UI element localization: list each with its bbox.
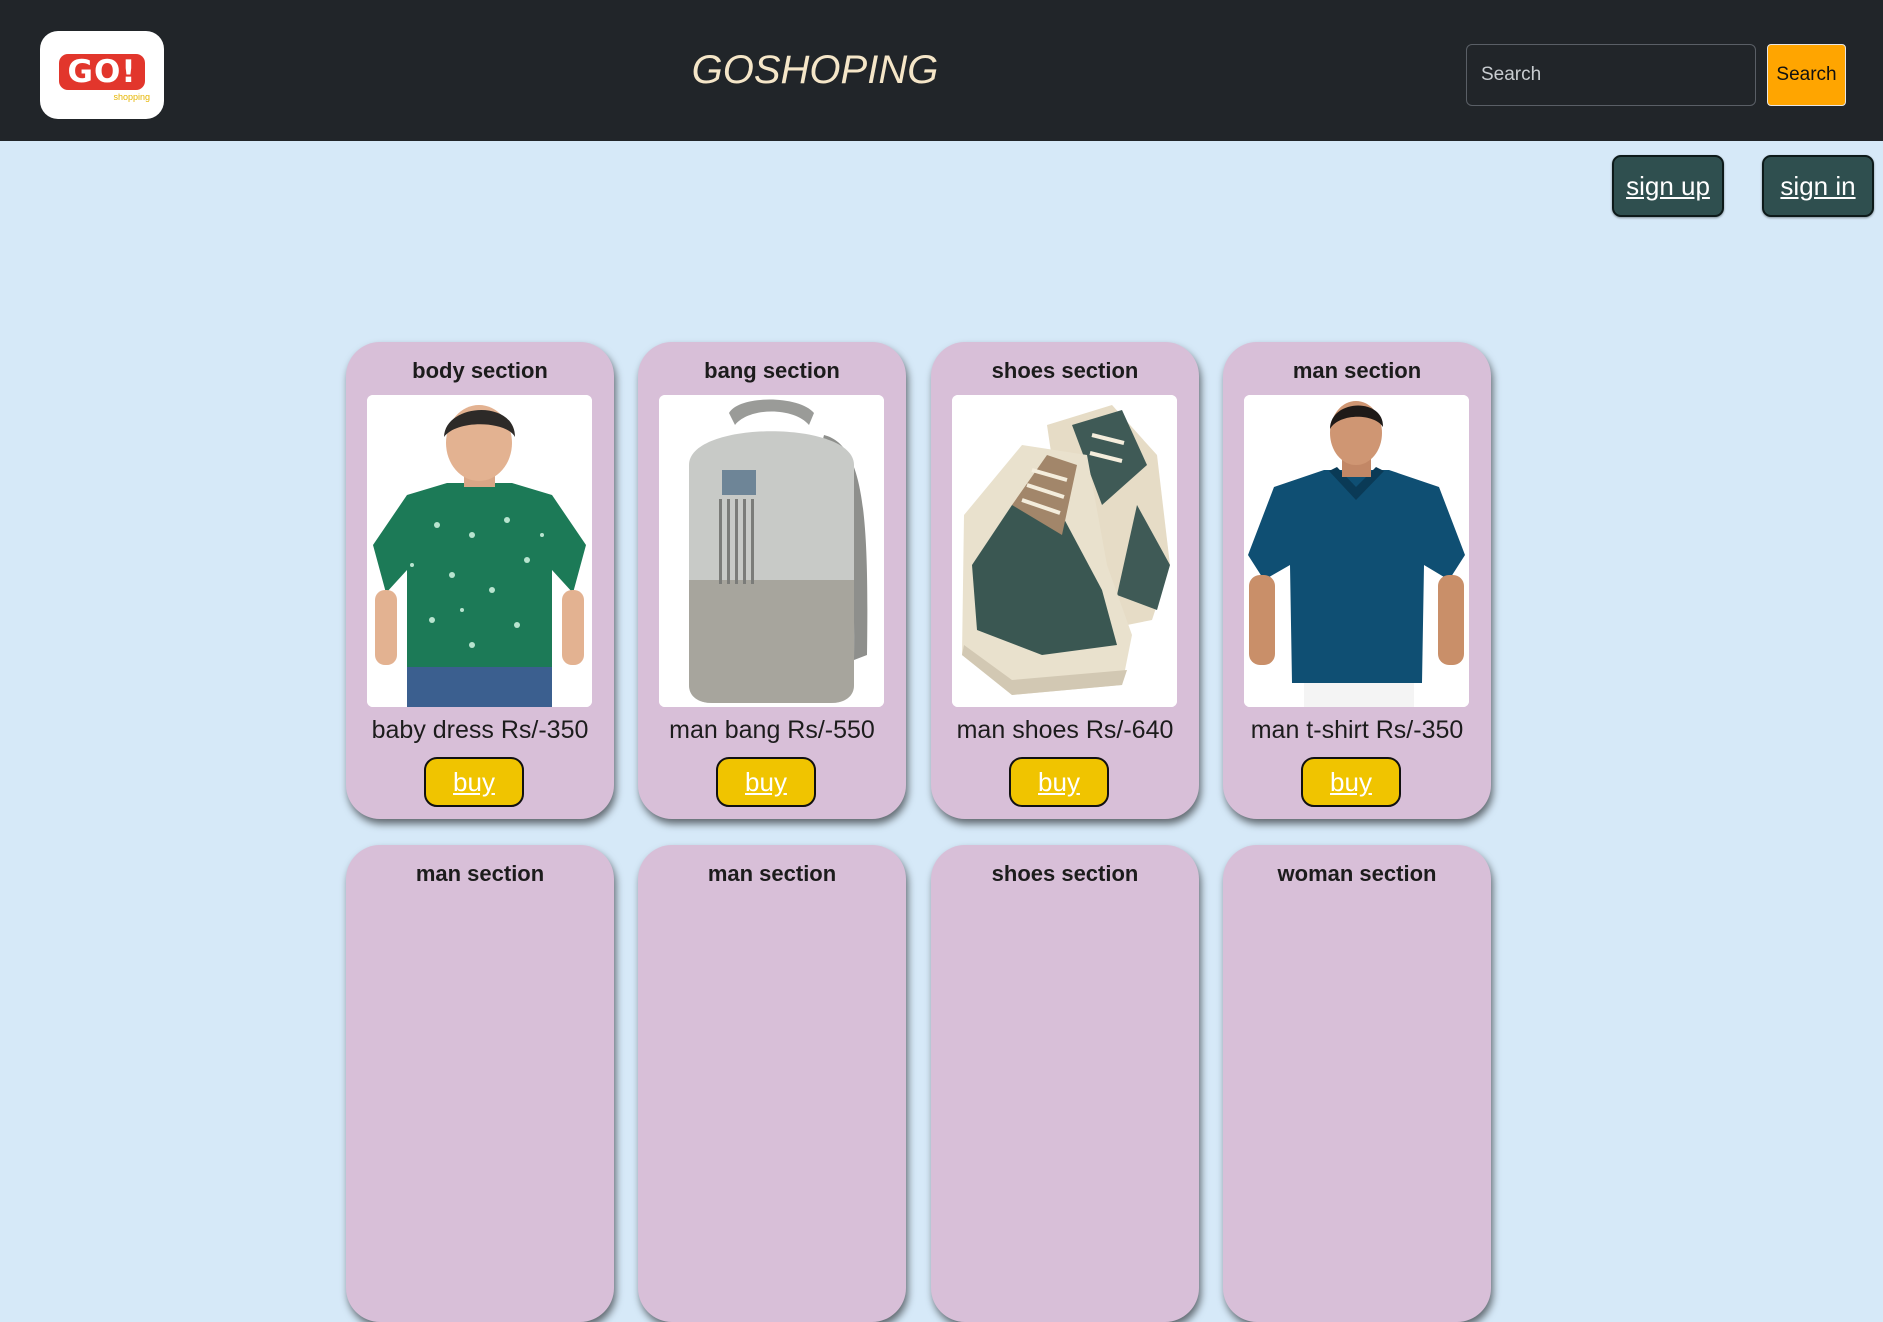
sign-in-button[interactable]: sign in: [1762, 155, 1874, 217]
card-section-title: woman section: [1277, 861, 1437, 886]
search-input[interactable]: [1466, 44, 1756, 106]
site-title: GOSHOPING: [691, 48, 939, 92]
product-card: man section man t-shirt Rs/-350 buy: [1223, 342, 1491, 819]
product-image-boy-green-tshirt: [367, 395, 592, 707]
product-price-label: man t-shirt Rs/-350: [1250, 716, 1464, 744]
product-price-label: baby dress Rs/-350: [371, 716, 589, 744]
logo-text: GO!: [59, 54, 145, 90]
product-card: body section baby dress Rs/-350 buy: [346, 342, 614, 819]
product-card: woman section: [1223, 845, 1491, 1322]
product-image-high-top-sneakers: [952, 395, 1177, 707]
card-section-title: shoes section: [991, 861, 1139, 886]
top-navbar: GO! shopping GOSHOPING Search: [0, 0, 1883, 141]
search-button[interactable]: Search: [1767, 44, 1846, 106]
logo-subtext: shopping: [113, 92, 150, 102]
product-card: shoes section: [931, 845, 1199, 1322]
sign-up-button[interactable]: sign up: [1612, 155, 1724, 217]
buy-button[interactable]: buy: [716, 757, 816, 807]
product-card: man section: [638, 845, 906, 1322]
card-section-title: man section: [707, 861, 837, 886]
buy-button[interactable]: buy: [1009, 757, 1109, 807]
card-section-title: shoes section: [991, 358, 1139, 383]
product-card: bang section man bang Rs/-550 buy: [638, 342, 906, 819]
product-image-man-blue-polo: [1244, 395, 1469, 707]
card-section-title: man section: [415, 861, 545, 886]
product-price-label: man bang Rs/-550: [669, 716, 875, 744]
product-image-grey-backpack: [659, 395, 884, 707]
buy-button[interactable]: buy: [424, 757, 524, 807]
card-section-title: body section: [412, 358, 548, 383]
card-section-title: man section: [1292, 358, 1422, 383]
logo[interactable]: GO! shopping: [40, 31, 164, 119]
product-price-label: man shoes Rs/-640: [956, 716, 1174, 744]
product-card: man section: [346, 845, 614, 1322]
card-section-title: bang section: [704, 358, 840, 383]
product-card: shoes section man shoes Rs/-640 buy: [931, 342, 1199, 819]
buy-button[interactable]: buy: [1301, 757, 1401, 807]
